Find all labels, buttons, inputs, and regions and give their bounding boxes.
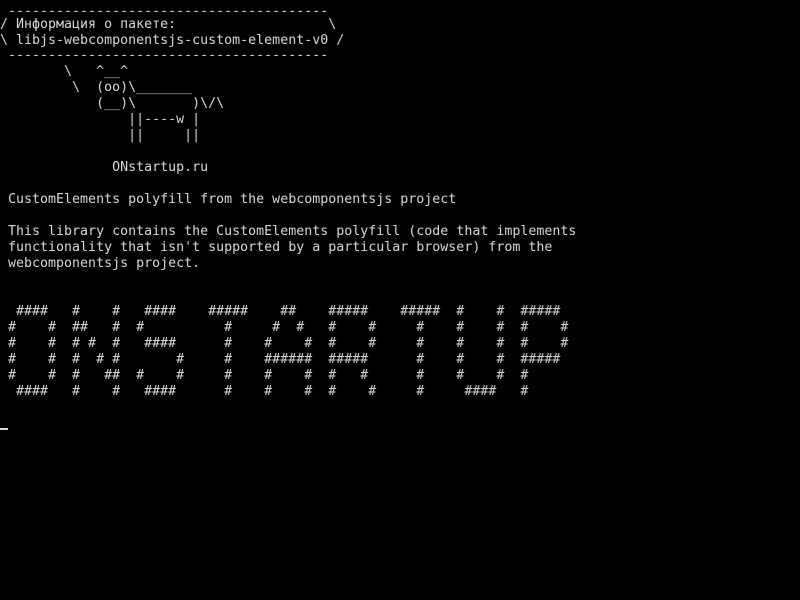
text-cursor [0,428,8,430]
banner-package-line: \ libjs-webcomponentsjs-custom-element-v… [0,33,345,48]
big-text-row-1: #### # # #### ##### ## ##### ##### # # #… [0,304,561,319]
cow-art-line-3: (__)\ )\/\ [0,96,225,111]
cow-art-line-2: \ (oo)\_______ [0,80,193,95]
banner-bottom-border: ---------------------------------------- [0,48,329,63]
package-description-3: webcomponentsjs project. [0,256,201,271]
big-text-row-5: # # # ## # # # # # # # # # # # [0,368,529,383]
site-credit: ONstartup.ru [0,160,209,175]
package-description-2: functionality that isn't supported by a … [0,240,553,255]
package-description-1: This library contains the CustomElements… [0,224,577,239]
cow-art-line-4: ||----w | [0,112,201,127]
big-text-row-4: # # # # # # # ###### ##### # # # ##### [0,352,561,367]
big-text-row-2: # # ## # # # # # # # # # # # # [0,320,569,335]
cow-art-line-1: \ ^__^ [0,64,129,79]
banner-title-line: / Информация о пакете: \ [0,17,337,32]
big-text-row-3: # # # # # #### # # # # # # # # # # [0,336,569,351]
terminal-screen[interactable]: ----------------------------------------… [0,0,800,600]
cow-art-line-5: || || [0,128,201,143]
package-summary: CustomElements polyfill from the webcomp… [0,192,457,207]
big-text-row-6: #### # # #### # # # # # # #### # [0,384,529,399]
